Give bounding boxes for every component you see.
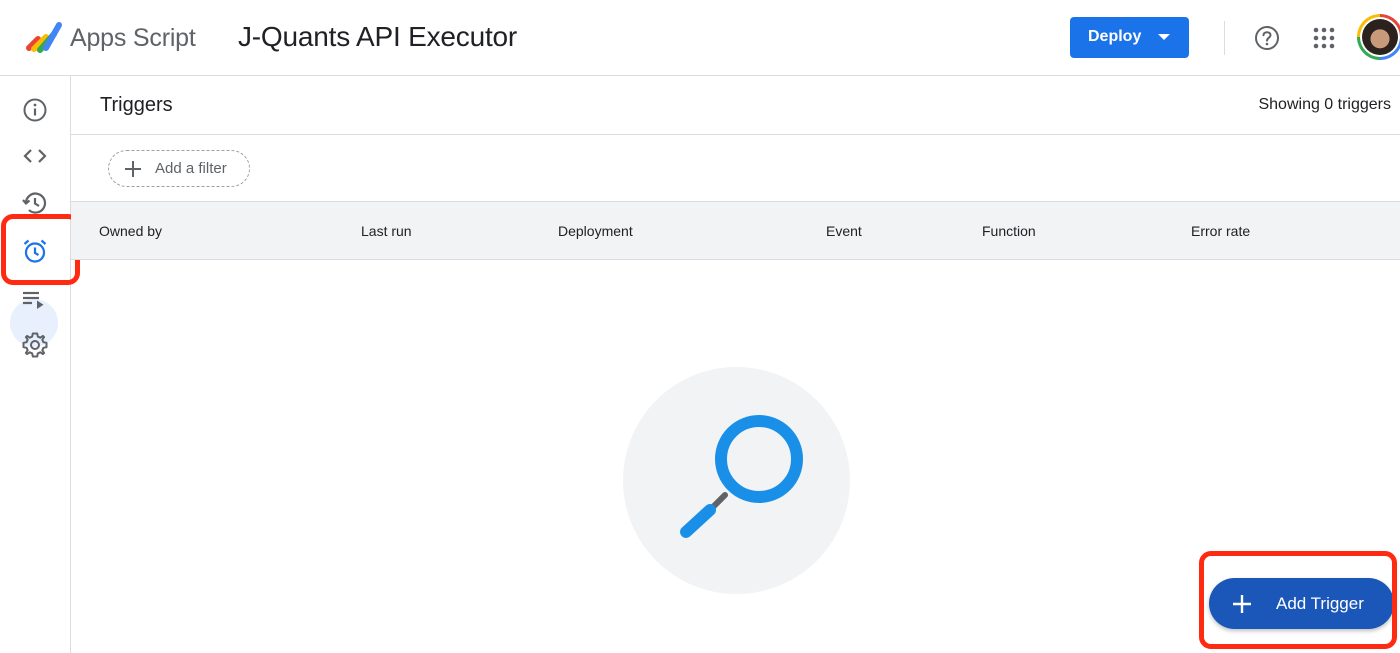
avatar-photo: [1362, 19, 1398, 55]
apps-script-logo: [26, 22, 62, 53]
deploy-button-label: Deploy: [1088, 28, 1142, 45]
help-icon[interactable]: [1254, 25, 1280, 51]
history-icon[interactable]: [21, 189, 49, 217]
avatar[interactable]: [1357, 14, 1400, 60]
caret-down-icon: [1158, 34, 1170, 40]
gear-icon[interactable]: [21, 331, 49, 359]
project-title[interactable]: J-Quants API Executor: [238, 21, 517, 53]
column-header-event[interactable]: Event: [826, 223, 862, 239]
column-header-error-rate[interactable]: Error rate: [1191, 223, 1250, 239]
add-trigger-highlight-box: [1199, 551, 1397, 649]
app-name[interactable]: Apps Script: [70, 24, 196, 53]
top-bar: Apps Script J-Quants API Executor Deploy: [0, 0, 1400, 76]
triggers-highlight-box: [1, 214, 80, 285]
column-header-function[interactable]: Function: [982, 223, 1036, 239]
header-divider-line: [71, 134, 1400, 135]
plus-icon: [125, 161, 141, 177]
column-header-owned-by[interactable]: Owned by: [99, 223, 162, 239]
table-header: Owned by Last run Deployment Event Funct…: [71, 201, 1400, 260]
code-icon[interactable]: [21, 142, 49, 170]
info-icon[interactable]: [21, 96, 49, 124]
executions-icon[interactable]: [21, 286, 49, 314]
trigger-count: Showing 0 triggers: [1258, 96, 1391, 113]
add-filter-label: Add a filter: [155, 160, 227, 177]
column-header-deployment[interactable]: Deployment: [558, 223, 633, 239]
page-title: Triggers: [100, 94, 173, 116]
magnifier-illustration-icon: [680, 415, 803, 538]
add-filter-button[interactable]: Add a filter: [108, 150, 250, 187]
column-header-last-run[interactable]: Last run: [361, 223, 412, 239]
apps-grid-icon[interactable]: [1312, 26, 1336, 50]
left-navigation-rail: [0, 76, 71, 653]
deploy-button[interactable]: Deploy: [1070, 17, 1189, 58]
header-divider: [1224, 21, 1225, 55]
